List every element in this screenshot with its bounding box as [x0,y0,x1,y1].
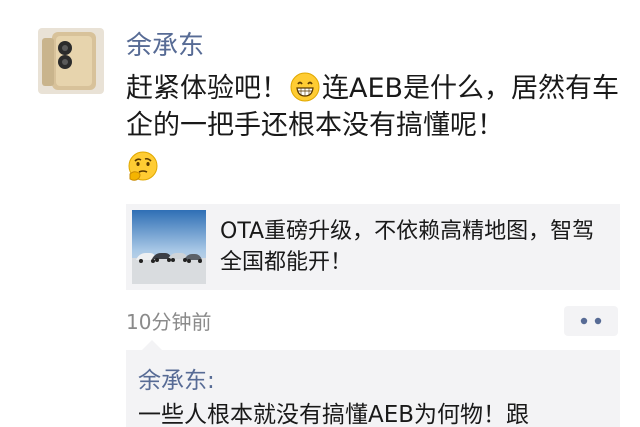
shared-link-card[interactable]: OTA重磅升级，不依赖高精地图，智驾全国都能开！ [126,204,620,290]
link-card-title: OTA重磅升级，不依赖高精地图，智驾全国都能开！ [220,219,595,275]
comment-text: 一些人根本就没有搞懂AEB为何物！跟 [138,402,530,427]
comment-section: 余承东: 一些人根本就没有搞懂AEB为何物！跟 [126,340,620,427]
post-text: 赶紧体验吧！ 连AEB是什么，居然有车企的一把手还根本没有搞懂呢！ [126,70,622,144]
post-author-name[interactable]: 余承东 [126,30,204,62]
post-text-part1: 赶紧体验吧！ [126,73,288,104]
grinning-face-icon [290,72,320,102]
more-dots-icon[interactable] [564,306,618,336]
moments-post: 余承东 赶紧体验吧！ 连AEB是什么，居然有车企的一把手还根本没有搞懂呢！ OT… [0,0,640,427]
avatar[interactable] [38,28,104,94]
cars-lineup-image [132,210,206,284]
thinking-face-icon [126,150,160,184]
comment-author-name[interactable]: 余承东: [138,366,215,396]
post-timestamp: 10分钟前 [126,310,212,334]
